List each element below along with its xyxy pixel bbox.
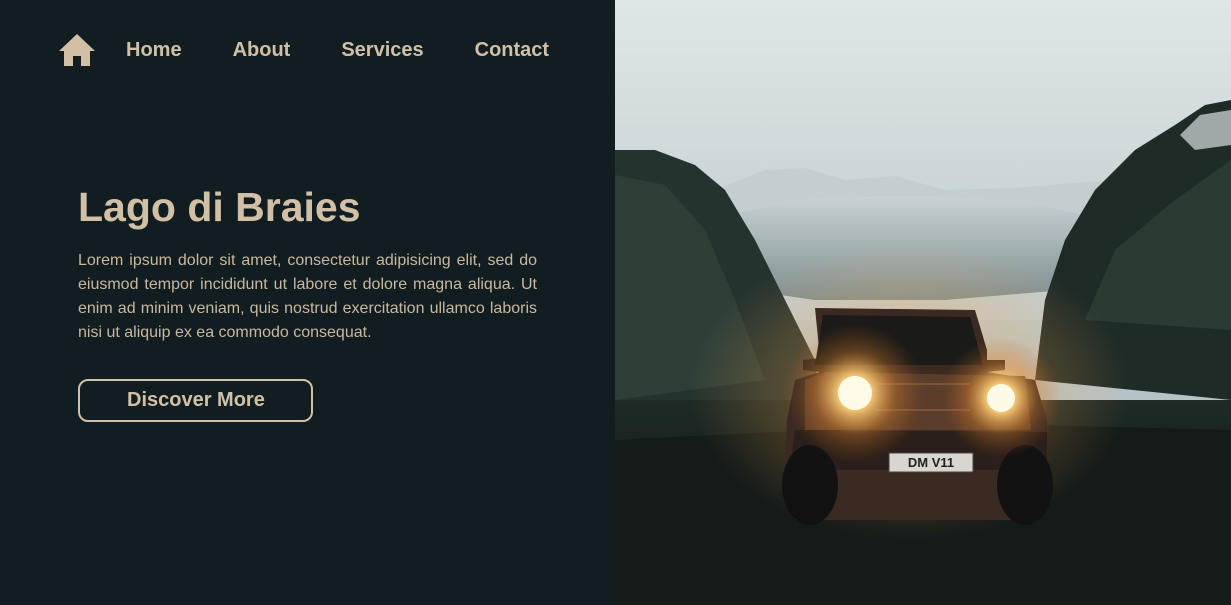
discover-more-button[interactable]: Discover More xyxy=(78,379,313,422)
page-title: Lago di Braies xyxy=(78,184,361,230)
home-icon[interactable] xyxy=(58,32,96,68)
hero-panel: Home About Services Contact Lago di Brai… xyxy=(0,0,615,605)
main-nav: Home About Services Contact xyxy=(58,28,549,72)
landing-page: Home About Services Contact Lago di Brai… xyxy=(0,0,1231,605)
nav-links: Home About Services Contact xyxy=(126,28,549,72)
hero-description: Lorem ipsum dolor sit amet, consectetur … xyxy=(78,252,537,341)
jeep-mountain-photo: DM V11 xyxy=(615,0,1231,605)
nav-link-contact[interactable]: Contact xyxy=(475,28,549,72)
license-plate-text: DM V11 xyxy=(908,455,954,470)
nav-link-about[interactable]: About xyxy=(233,28,291,72)
nav-link-services[interactable]: Services xyxy=(341,28,423,72)
nav-link-home[interactable]: Home xyxy=(126,28,182,72)
hero-photo: DM V11 xyxy=(615,0,1231,605)
